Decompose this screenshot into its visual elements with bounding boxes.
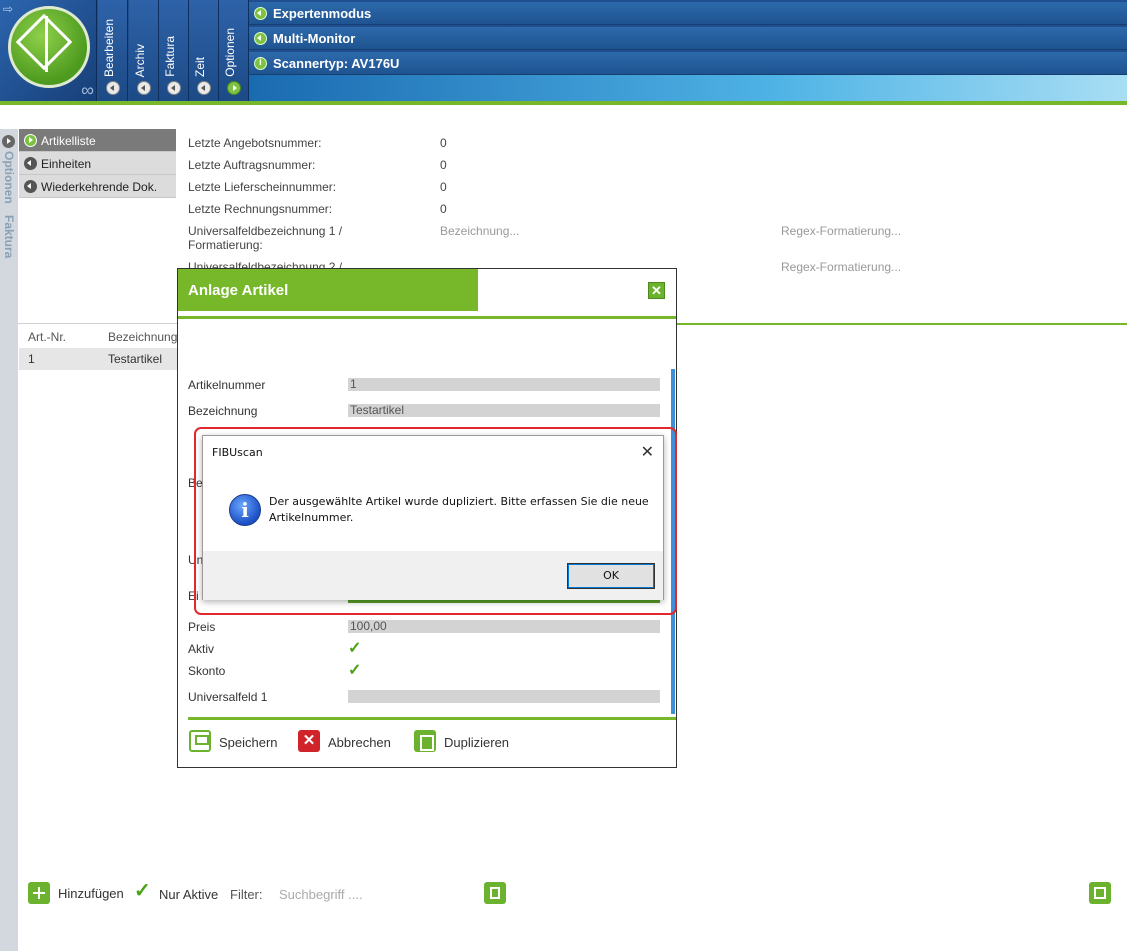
tab-label: Optionen bbox=[223, 28, 237, 77]
dialog-title-bar: Anlage Artikel bbox=[178, 269, 478, 311]
export-icon[interactable] bbox=[1089, 882, 1111, 904]
tab-faktura[interactable]: Faktura bbox=[159, 0, 189, 101]
aktiv-checkbox-icon[interactable]: ✓ bbox=[348, 638, 361, 658]
bar-multi-monitor[interactable]: Multi-Monitor bbox=[249, 27, 1127, 50]
arrow-right-icon bbox=[227, 81, 241, 95]
preis-input[interactable]: 100,00 bbox=[348, 620, 660, 633]
arrow-left-icon bbox=[167, 81, 181, 95]
bar-expertenmodus[interactable]: Expertenmodus bbox=[249, 2, 1127, 25]
skonto-checkbox-icon[interactable]: ✓ bbox=[348, 660, 361, 680]
regex-input[interactable]: Regex-Formatierung... bbox=[781, 260, 901, 274]
table-header: Art.-Nr. Bezeichnung bbox=[19, 326, 177, 348]
close-icon[interactable]: ✕ bbox=[648, 282, 665, 299]
bar-scannertyp[interactable]: Scannertyp: AV176U bbox=[249, 52, 1127, 75]
column-header-bezeichnung[interactable]: Bezeichnung bbox=[108, 330, 177, 344]
copy-icon[interactable] bbox=[484, 882, 506, 904]
bezeichnung-input[interactable]: Bezeichnung... bbox=[440, 224, 519, 238]
info-icon bbox=[254, 57, 267, 70]
tab-label: Archiv bbox=[133, 43, 147, 77]
arrow-left-icon bbox=[254, 32, 267, 45]
universalfeld-input[interactable] bbox=[348, 690, 660, 703]
add-label[interactable]: Hinzufügen bbox=[58, 886, 124, 901]
artikelnummer-input[interactable]: 1 bbox=[348, 378, 660, 391]
expand-arrow-icon[interactable] bbox=[2, 135, 15, 148]
divider bbox=[18, 323, 178, 324]
tab-bearbeiten[interactable]: Bearbeiten bbox=[98, 0, 128, 101]
close-icon[interactable]: ✕ bbox=[641, 442, 654, 461]
only-active-label: Nur Aktive bbox=[159, 887, 219, 902]
save-icon bbox=[189, 730, 211, 752]
duplicate-icon bbox=[414, 730, 436, 752]
nav-item-wiederkehrende-dok[interactable]: Wiederkehrende Dok. bbox=[19, 175, 176, 198]
divider bbox=[188, 717, 676, 720]
arrow-left-icon bbox=[24, 180, 37, 193]
add-button[interactable] bbox=[28, 882, 50, 904]
bezeichnung-input[interactable]: Testartikel bbox=[348, 404, 660, 417]
tab-label: Zeit bbox=[193, 56, 207, 77]
divider bbox=[676, 323, 1127, 325]
arrow-left-icon bbox=[197, 81, 211, 95]
infinity-icon: ∞ bbox=[81, 80, 94, 100]
left-panel-strip: Optionen Faktura bbox=[0, 129, 18, 951]
filter-label: Filter: bbox=[230, 887, 263, 902]
tab-label: Faktura bbox=[163, 36, 177, 77]
ribbon-divider bbox=[0, 101, 1127, 105]
tab-zeit[interactable]: Zeit bbox=[189, 0, 219, 101]
arrow-left-icon bbox=[254, 7, 267, 20]
checkbox-check-icon[interactable]: ✓ bbox=[134, 878, 151, 903]
options-nav: Artikelliste Einheiten Wiederkehrende Do… bbox=[19, 129, 176, 198]
nav-item-artikelliste[interactable]: Artikelliste bbox=[19, 129, 176, 152]
arrow-left-icon bbox=[106, 81, 120, 95]
strip-label-faktura[interactable]: Faktura bbox=[2, 215, 16, 258]
tab-optionen[interactable]: Optionen bbox=[219, 0, 249, 101]
article-table: Art.-Nr. Bezeichnung 1 Testartikel bbox=[19, 326, 177, 370]
divider bbox=[178, 316, 676, 319]
ribbon-decoration bbox=[249, 75, 1127, 101]
top-ribbon: ⇨ ∞ Bearbeiten Archiv Faktura Zeit Optio… bbox=[0, 0, 1127, 104]
close-icon: ✕ bbox=[298, 730, 320, 752]
column-header-artnr[interactable]: Art.-Nr. bbox=[28, 330, 66, 344]
app-logo[interactable]: ⇨ ∞ bbox=[0, 0, 97, 101]
arrow-left-icon bbox=[24, 157, 37, 170]
message-box: FIBUscan ✕ i Der ausgewählte Artikel wur… bbox=[202, 435, 664, 600]
message-box-title: FIBUscan bbox=[212, 446, 263, 459]
message-box-footer: OK bbox=[203, 551, 663, 600]
search-input[interactable]: Suchbegriff .... bbox=[279, 887, 363, 902]
tab-label: Bearbeiten bbox=[102, 18, 116, 77]
info-icon: i bbox=[229, 494, 261, 526]
arrow-left-icon bbox=[137, 81, 151, 95]
back-arrow-icon: ⇨ bbox=[3, 2, 14, 16]
table-row[interactable]: 1 Testartikel bbox=[19, 348, 177, 370]
regex-input[interactable]: Regex-Formatierung... bbox=[781, 224, 901, 238]
strip-label-optionen[interactable]: Optionen bbox=[2, 151, 16, 204]
dialog-title: Anlage Artikel bbox=[188, 282, 289, 299]
arrow-right-icon bbox=[24, 134, 37, 147]
nav-item-einheiten[interactable]: Einheiten bbox=[19, 152, 176, 175]
ok-button[interactable]: OK bbox=[567, 563, 655, 589]
message-text: Der ausgewählte Artikel wurde dupliziert… bbox=[269, 495, 649, 524]
tab-archiv[interactable]: Archiv bbox=[129, 0, 159, 101]
